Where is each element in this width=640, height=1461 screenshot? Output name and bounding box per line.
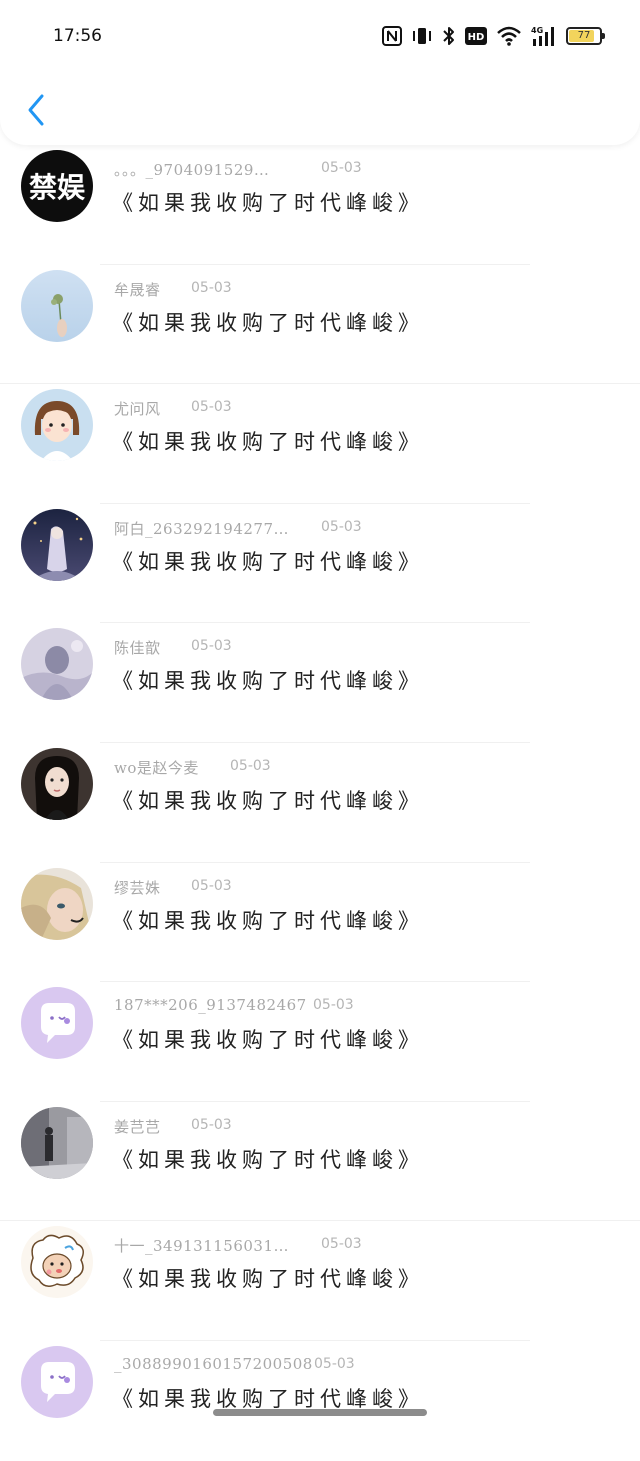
comment-date: 05-03 — [191, 1116, 232, 1133]
comment-text: 《如果我收购了时代峰峻》 — [112, 788, 424, 813]
avatar[interactable] — [21, 867, 93, 940]
username[interactable]: 陈佳歆 — [114, 637, 161, 658]
username[interactable]: _3088990160157200508 — [114, 1355, 313, 1373]
comment-text: 《如果我收购了时代峰峻》 — [112, 1028, 424, 1053]
comment-item[interactable]: _3088990160157200508 05-03 《如果我收购了时代峰峻》 — [0, 1341, 640, 1461]
comment-list: 禁娱 。。。_9704091529… 05-03 《如果我收购了时代峰峻》 牟晟… — [0, 145, 640, 1461]
comment-item[interactable]: 阿白_263292194277… 05-03 《如果我收购了时代峰峻》 — [0, 504, 640, 624]
comment-item[interactable]: 十一_349131156031… 05-03 《如果我收购了时代峰峻》 — [0, 1221, 640, 1341]
username[interactable]: 尤问风 — [114, 398, 161, 419]
comment-text: 《如果我收购了时代峰峻》 — [112, 669, 424, 694]
battery-icon: 77 — [566, 27, 605, 45]
comment-text: 《如果我收购了时代峰峻》 — [112, 1147, 424, 1172]
nfc-icon — [382, 26, 402, 46]
comment-date: 05-03 — [321, 160, 362, 176]
comment-date: 05-03 — [191, 399, 232, 416]
comment-item[interactable]: 陈佳歆 05-03 《如果我收购了时代峰峻》 — [0, 623, 640, 743]
chevron-left-icon — [28, 94, 44, 126]
comment-item[interactable]: wo是赵今麦 05-03 《如果我收购了时代峰峻》 — [0, 743, 640, 863]
hd-icon: HD — [465, 27, 487, 45]
username[interactable]: 阿白_263292194277… — [114, 518, 289, 539]
avatar-logo-text: 禁娱 — [28, 171, 85, 204]
username[interactable]: 。。。_9704091529… — [114, 159, 269, 180]
username[interactable]: 牟晟睿 — [114, 279, 161, 300]
status-icons: HD 4G 77 — [382, 24, 605, 48]
comment-date: 05-03 — [313, 997, 354, 1014]
comment-text: 《如果我收购了时代峰峻》 — [112, 908, 424, 933]
signal-4g-icon: 4G — [531, 25, 557, 47]
avatar[interactable]: 禁娱 — [21, 150, 93, 222]
avatar[interactable] — [21, 628, 93, 701]
avatar[interactable] — [21, 747, 93, 820]
comment-text: 《如果我收购了时代峰峻》 — [112, 549, 424, 574]
comment-text: 《如果我收购了时代峰峻》 — [112, 191, 424, 215]
comment-date: 05-03 — [314, 1355, 355, 1372]
avatar[interactable] — [21, 508, 93, 581]
comment-date: 05-03 — [191, 877, 232, 894]
comment-text: 《如果我收购了时代峰峻》 — [112, 310, 424, 335]
comment-text: 《如果我收购了时代峰峻》 — [112, 430, 424, 455]
comment-date: 05-03 — [321, 518, 362, 535]
username[interactable]: 姜芑芑 — [114, 1116, 161, 1137]
comment-text: 《如果我收购了时代峰峻》 — [112, 1267, 424, 1292]
back-button[interactable] — [18, 90, 54, 130]
username[interactable]: 187***206_9137482467 — [114, 996, 307, 1014]
avatar[interactable] — [21, 1345, 93, 1418]
status-time: 17:56 — [53, 26, 102, 46]
comment-date: 05-03 — [191, 638, 232, 655]
svg-text:4G: 4G — [531, 26, 543, 35]
comment-item[interactable]: 187***206_9137482467 05-03 《如果我收购了时代峰峻》 — [0, 982, 640, 1102]
svg-text:HD: HD — [468, 32, 485, 43]
avatar[interactable] — [21, 1226, 93, 1299]
username[interactable]: wo是赵今麦 — [114, 757, 199, 778]
username[interactable]: 缪芸姝 — [114, 877, 161, 898]
comment-item[interactable]: 尤问风 05-03 《如果我收购了时代峰峻》 — [0, 384, 640, 504]
avatar[interactable] — [21, 1106, 93, 1179]
battery-level: 77 — [577, 30, 591, 41]
bluetooth-icon — [442, 25, 456, 47]
comment-item[interactable]: 姜芑芑 05-03 《如果我收购了时代峰峻》 — [0, 1102, 640, 1222]
avatar[interactable] — [21, 987, 93, 1060]
comment-date: 05-03 — [230, 757, 271, 774]
comment-date: 05-03 — [191, 279, 232, 296]
comment-date: 05-03 — [321, 1236, 362, 1253]
comment-item[interactable]: 缪芸姝 05-03 《如果我收购了时代峰峻》 — [0, 863, 640, 983]
vibrate-icon — [411, 26, 433, 46]
home-indicator[interactable] — [213, 1409, 427, 1416]
avatar[interactable] — [21, 269, 93, 342]
wifi-icon — [496, 26, 522, 46]
comment-item[interactable]: 禁娱 。。。_9704091529… 05-03 《如果我收购了时代峰峻》 — [0, 145, 640, 265]
top-bar: 17:56 HD 4G 77 — [0, 0, 640, 145]
username[interactable]: 十一_349131156031… — [114, 1235, 289, 1256]
avatar[interactable] — [21, 389, 93, 462]
comment-item[interactable]: 牟晟睿 05-03 《如果我收购了时代峰峻》 — [0, 265, 640, 385]
